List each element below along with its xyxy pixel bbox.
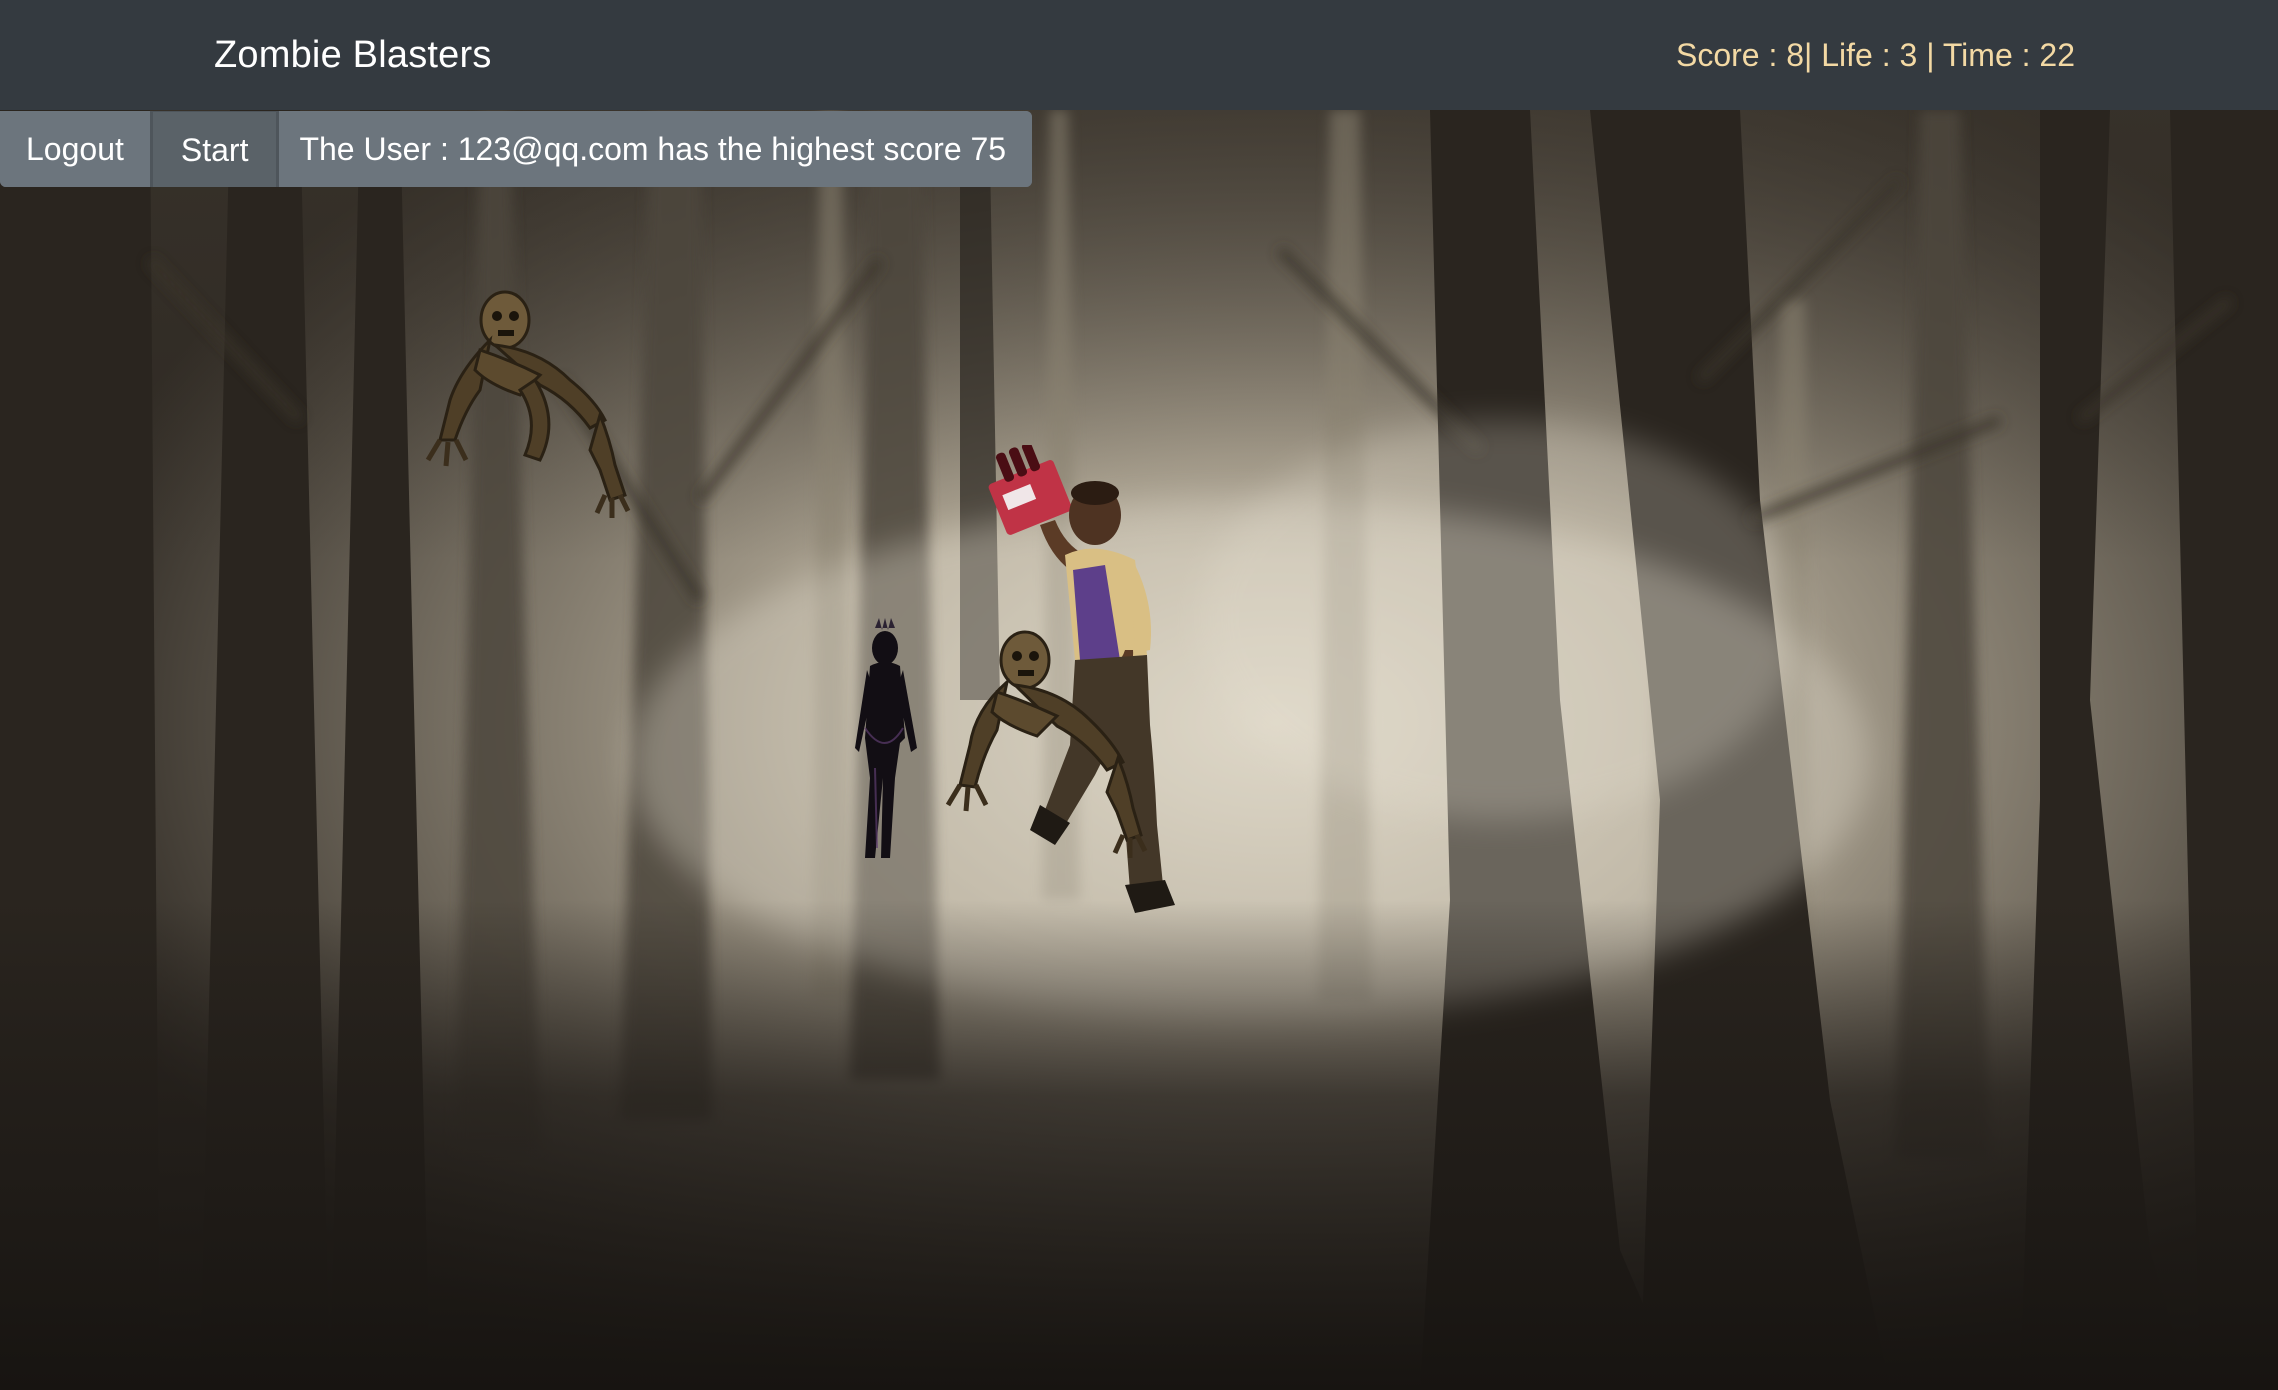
demon-icon[interactable] (845, 618, 925, 868)
score-value: 8 (1786, 37, 1805, 73)
time-value: 22 (2039, 37, 2075, 73)
game-toolbar: Logout Start The User : 123@qq.com has t… (0, 111, 1033, 187)
top-navbar: Zombie Blasters Score : 8| Life : 3 | Ti… (0, 0, 2278, 110)
brand-title: Zombie Blasters (214, 34, 492, 76)
score-label: Score : (1675, 37, 1787, 73)
zombie-icon[interactable] (935, 630, 1155, 860)
start-button[interactable]: Start (149, 111, 280, 187)
highscore-message: The User : 123@qq.com has the highest sc… (279, 111, 1033, 187)
game-screen[interactable]: Zombie Blasters Score : 8| Life : 3 | Ti… (0, 0, 2278, 1390)
life-value: 3 (1899, 37, 1918, 73)
life-label: | Life : (1804, 37, 1900, 73)
game-stats: Score : 8| Life : 3 | Time : 22 (1676, 30, 2075, 80)
logout-button[interactable]: Logout (0, 111, 150, 187)
zombie-icon[interactable] (420, 290, 640, 520)
time-label: | Time : (1917, 37, 2040, 73)
